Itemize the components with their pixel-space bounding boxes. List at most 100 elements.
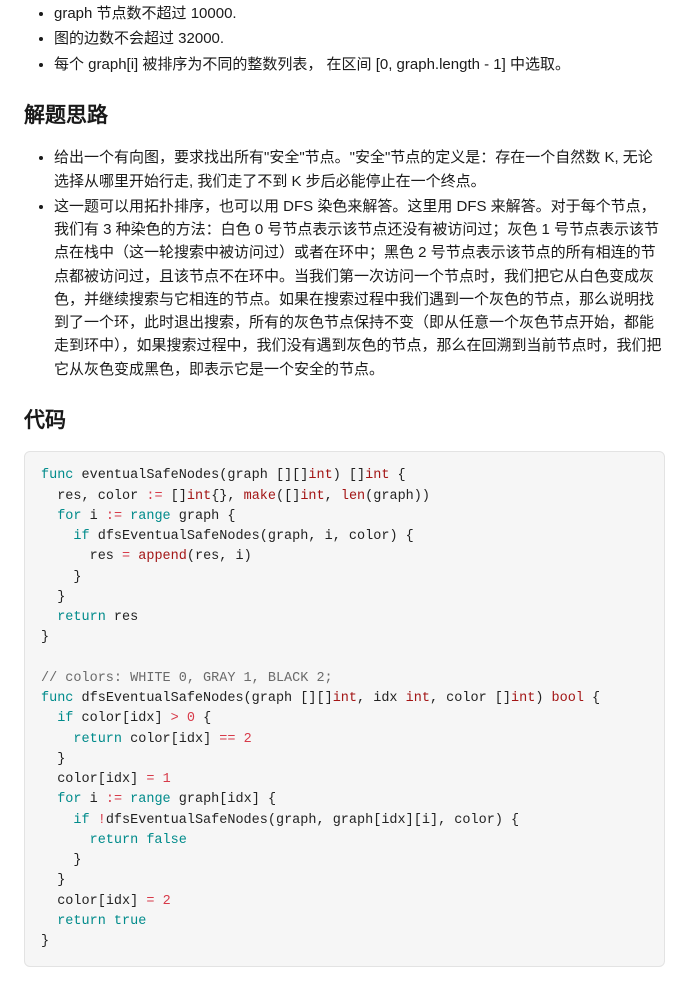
comma: , — [438, 813, 446, 828]
brace-close: } — [41, 630, 49, 645]
brackets: [][] — [300, 691, 332, 706]
op-decl: := — [106, 792, 122, 807]
brackets: [] — [171, 489, 187, 504]
var: color — [130, 732, 171, 747]
var: color — [349, 529, 390, 544]
kw-range: range — [130, 792, 171, 807]
comma: , — [219, 549, 227, 564]
paren-open: ( — [187, 549, 195, 564]
var: idx — [130, 711, 154, 726]
kw-return: return — [90, 833, 139, 848]
brace-open: { — [592, 691, 600, 706]
op-decl: := — [146, 489, 162, 504]
fn-len: len — [341, 489, 365, 504]
fn-append: append — [138, 549, 187, 564]
op-eqeq: == — [219, 732, 235, 747]
brack-open: [ — [98, 772, 106, 787]
fn-call: dfsEventualSafeNodes — [106, 813, 268, 828]
brack-open: [ — [122, 711, 130, 726]
list-item: 图的边数不会超过 32000. — [54, 27, 665, 50]
brackets: [] — [284, 489, 300, 504]
comma: , — [308, 529, 316, 544]
lit: 0 — [187, 711, 195, 726]
var: i — [422, 813, 430, 828]
var: color — [57, 894, 98, 909]
list-item: 这一题可以用拓扑排序，也可以用 DFS 染色来解答。这里用 DFS 来解答。对于… — [54, 195, 665, 381]
constraints-list: graph 节点数不超过 10000. 图的边数不会超过 32000. 每个 g… — [24, 2, 665, 76]
fn-make: make — [244, 489, 276, 504]
brack-close: ] — [154, 711, 162, 726]
brackets: [] — [495, 691, 511, 706]
empty-braces: {} — [211, 489, 227, 504]
brace-open: { — [511, 813, 519, 828]
kw-return: return — [73, 732, 122, 747]
type-int: int — [511, 691, 535, 706]
var: idx — [106, 772, 130, 787]
var: color — [57, 772, 98, 787]
list-item: 每个 graph[i] 被排序为不同的整数列表， 在区间 [0, graph.l… — [54, 53, 665, 76]
paren-close: ) — [535, 691, 543, 706]
var: graph — [179, 509, 220, 524]
brace-open: { — [227, 509, 235, 524]
brack-close: ] — [130, 772, 138, 787]
kw-return: return — [57, 610, 106, 625]
brack-close: ] — [406, 813, 414, 828]
kw-true: true — [114, 914, 146, 929]
kw-if: if — [73, 813, 89, 828]
var: res — [114, 610, 138, 625]
paren-close: ) — [495, 813, 503, 828]
var: idx — [106, 894, 130, 909]
fn-call: dfsEventualSafeNodes — [98, 529, 260, 544]
comma: , — [82, 489, 90, 504]
paren-close: ) — [244, 549, 252, 564]
var: res — [57, 489, 81, 504]
comma: , — [227, 489, 235, 504]
op-eq: = — [146, 894, 154, 909]
type-bool: bool — [552, 691, 584, 706]
kw-if: if — [57, 711, 73, 726]
var: graph — [276, 813, 317, 828]
var: graph — [179, 792, 220, 807]
paren-close: ) — [389, 529, 397, 544]
comma: , — [430, 691, 438, 706]
brack-open: [ — [98, 894, 106, 909]
param: idx — [373, 691, 397, 706]
comma: , — [325, 489, 333, 504]
paren-open: ( — [260, 529, 268, 544]
paren-open: ( — [244, 691, 252, 706]
kw-false: false — [146, 833, 187, 848]
list-item: 给出一个有向图，要求找出所有"安全"节点。"安全"节点的定义是：存在一个自然数 … — [54, 146, 665, 193]
brack-open: [ — [171, 732, 179, 747]
paren-close: ) — [333, 468, 341, 483]
brack-close: ] — [130, 894, 138, 909]
kw-if: if — [73, 529, 89, 544]
kw-func: func — [41, 468, 73, 483]
brackets: [][] — [276, 468, 308, 483]
kw-for: for — [57, 509, 81, 524]
type-int: int — [187, 489, 211, 504]
var: res — [90, 549, 114, 564]
comment: // colors: WHITE 0, GRAY 1, BLACK 2; — [41, 671, 333, 686]
lit: 2 — [163, 894, 171, 909]
brack-close: ] — [203, 732, 211, 747]
brace-close: } — [73, 853, 81, 868]
kw-return: return — [57, 914, 106, 929]
heading-code: 代码 — [24, 405, 665, 438]
kw-range: range — [130, 509, 171, 524]
param: color — [446, 691, 487, 706]
type-int: int — [406, 691, 430, 706]
paren-close: ) — [422, 489, 430, 504]
var: i — [90, 509, 98, 524]
var: idx — [381, 813, 405, 828]
brace-open: { — [268, 792, 276, 807]
var: graph — [373, 489, 414, 504]
kw-for: for — [57, 792, 81, 807]
op-not: ! — [98, 813, 106, 828]
brack-close: ] — [252, 792, 260, 807]
var: res — [195, 549, 219, 564]
brack-close: ] — [430, 813, 438, 828]
comma: , — [333, 529, 341, 544]
var: i — [90, 792, 98, 807]
comma: , — [316, 813, 324, 828]
approach-list: 给出一个有向图，要求找出所有"安全"节点。"安全"节点的定义是：存在一个自然数 … — [24, 146, 665, 381]
